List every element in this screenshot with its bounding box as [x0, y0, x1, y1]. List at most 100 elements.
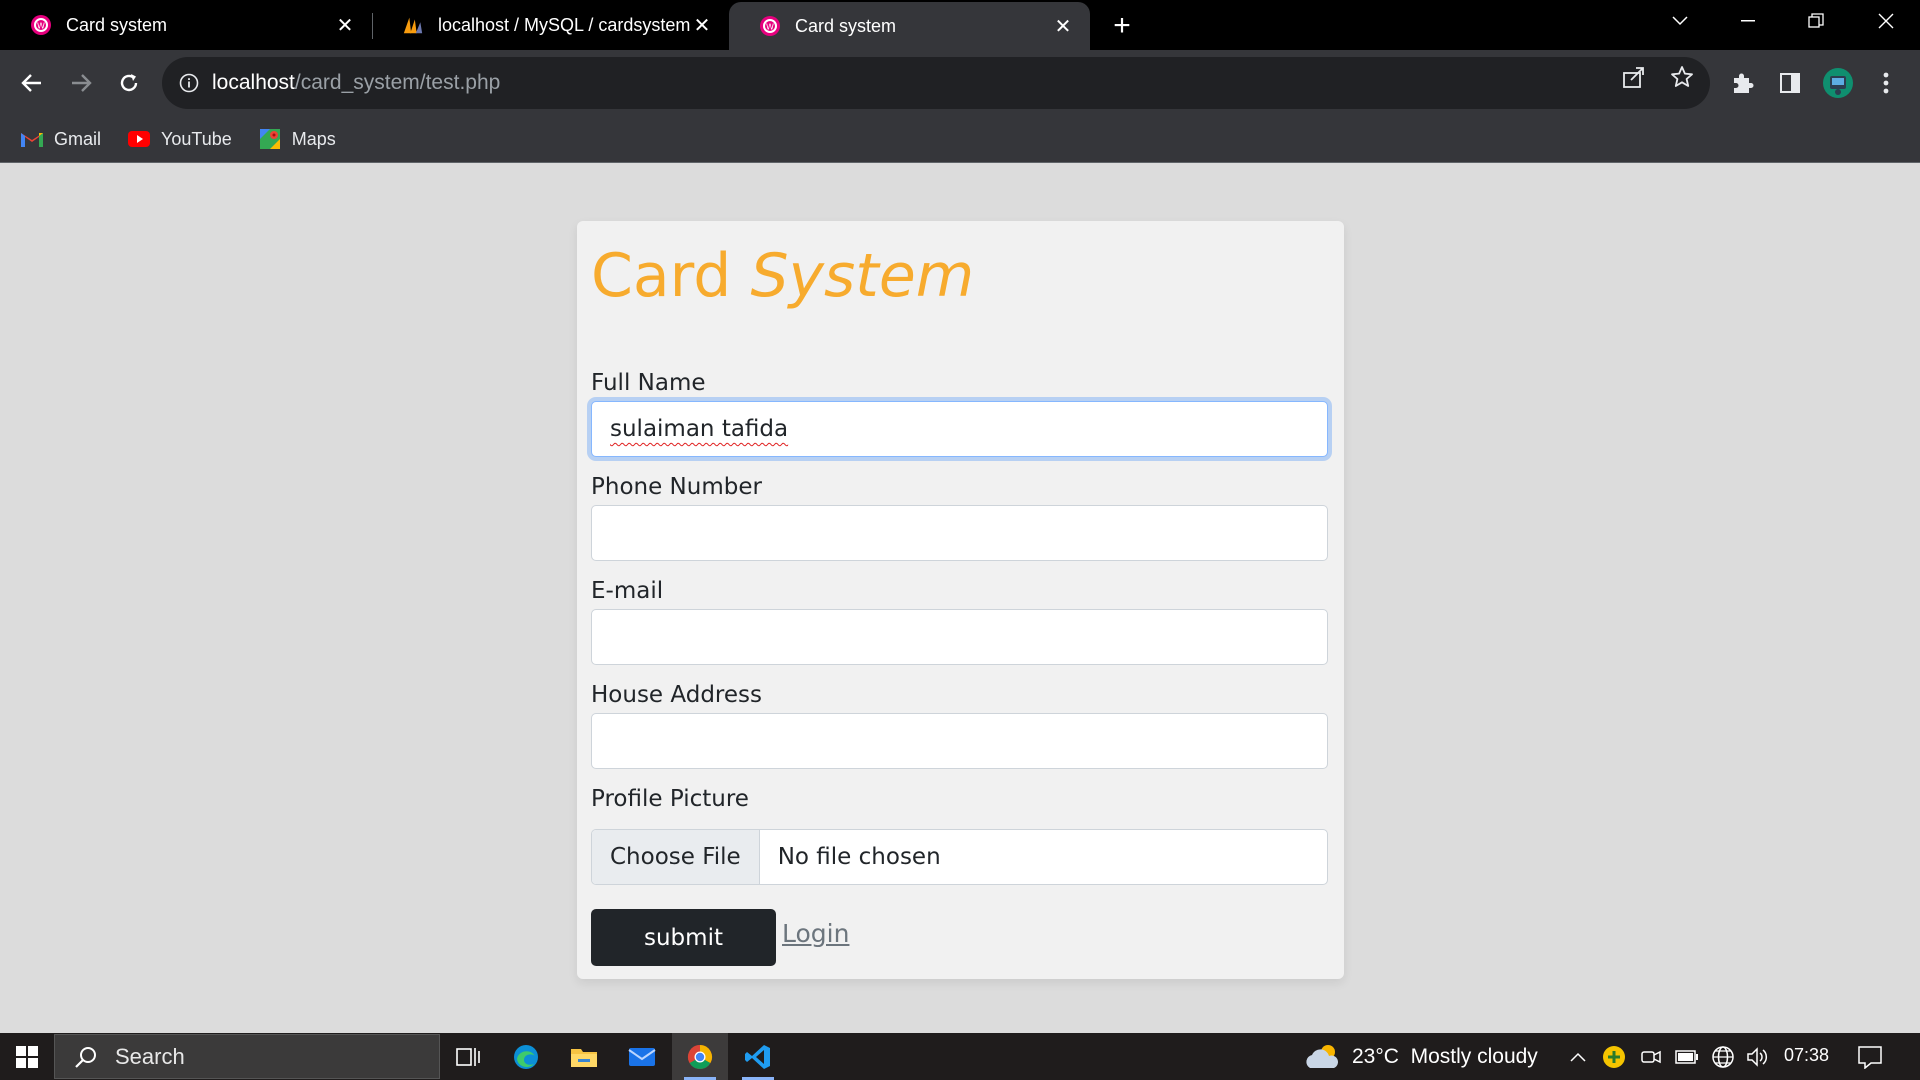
back-button[interactable] — [12, 63, 52, 103]
minimize-icon — [1741, 20, 1755, 22]
tab-card-system-active[interactable]: W Card system ✕ — [729, 2, 1090, 50]
weather-widget[interactable]: 23°C Mostly cloudy — [1304, 1033, 1538, 1080]
taskbar-file-explorer[interactable] — [556, 1033, 612, 1080]
address-bar[interactable]: localhost/card_system/test.php — [162, 57, 1710, 109]
wamp-icon: W — [30, 14, 52, 36]
full-name-value: sulaiman tafida — [610, 416, 789, 442]
brand-plain: Card — [591, 241, 732, 311]
browser-toolbar: localhost/card_system/test.php — [0, 50, 1920, 116]
vscode-icon — [745, 1044, 770, 1069]
bookmark-label: Gmail — [54, 128, 102, 149]
notification-icon — [1858, 1046, 1882, 1069]
bookmark-maps[interactable]: Maps — [258, 129, 336, 150]
show-hidden-icons-button[interactable] — [1564, 1043, 1592, 1071]
tab-phpmyadmin[interactable]: localhost / MySQL / cardsystem ✕ — [372, 0, 729, 50]
side-panel-icon — [1780, 73, 1800, 93]
house-address-label: House Address — [591, 682, 762, 708]
network-indicator[interactable] — [1709, 1043, 1737, 1071]
more-vertical-icon — [1883, 72, 1889, 94]
volume-button[interactable] — [1744, 1043, 1772, 1071]
taskbar-search-placeholder: Search — [115, 1043, 185, 1069]
reload-button[interactable] — [109, 63, 149, 103]
svg-text:W: W — [37, 22, 45, 31]
tab-title: localhost / MySQL / cardsystem — [438, 14, 691, 35]
profile-picture-input[interactable]: Choose File No file chosen — [591, 829, 1328, 885]
globe-icon — [1712, 1046, 1734, 1068]
taskbar-search-box[interactable]: Search — [54, 1034, 440, 1079]
registration-card: Card System Full Name sulaiman tafida Ph… — [577, 221, 1344, 979]
weather-temperature: 23°C — [1352, 1044, 1399, 1068]
mail-icon — [628, 1047, 656, 1066]
tab-card-system-1[interactable]: W Card system ✕ — [0, 0, 372, 50]
close-window-button[interactable] — [1856, 0, 1916, 42]
tab-search-button[interactable] — [1650, 0, 1710, 42]
back-arrow-icon — [21, 74, 41, 92]
start-button[interactable] — [0, 1033, 54, 1080]
tab-strip: W Card system ✕ localhost / MySQL / card… — [0, 0, 1920, 50]
taskbar-vscode[interactable] — [730, 1033, 786, 1080]
weather-description: Mostly cloudy — [1410, 1044, 1538, 1068]
tray-app-button[interactable] — [1600, 1043, 1628, 1071]
svg-text:W: W — [766, 23, 774, 32]
search-icon — [71, 1042, 101, 1072]
taskbar-mail[interactable] — [614, 1033, 670, 1080]
bookmarks-bar: Gmail YouTube Maps — [0, 116, 1920, 163]
share-icon — [1623, 67, 1644, 88]
task-view-button[interactable] — [440, 1033, 496, 1080]
close-icon[interactable]: ✕ — [334, 14, 356, 37]
profile-picture-label: Profile Picture — [591, 786, 749, 812]
brand-italic: System — [750, 241, 975, 311]
file-status: No file chosen — [777, 844, 941, 870]
video-camera-icon — [1641, 1050, 1661, 1064]
taskbar-clock[interactable]: 07:38 — [1784, 1045, 1829, 1066]
forward-button[interactable] — [61, 63, 101, 103]
tab-title: Card system — [795, 15, 897, 36]
tray-meet-button[interactable] — [1637, 1043, 1665, 1071]
side-panel-button[interactable] — [1774, 67, 1806, 99]
bookmark-star-button[interactable] — [1668, 63, 1696, 91]
maps-icon — [258, 129, 282, 149]
profile-button[interactable] — [1822, 67, 1854, 99]
phone-number-input[interactable] — [591, 505, 1328, 561]
chevron-down-icon — [1672, 16, 1688, 26]
extensions-button[interactable] — [1726, 67, 1758, 99]
cloudy-weather-icon — [1306, 1044, 1338, 1068]
phone-number-label: Phone Number — [591, 474, 762, 500]
windows-taskbar: Search 23°C Mostly cloudy 07:38 — [0, 1033, 1920, 1080]
close-icon[interactable]: ✕ — [691, 14, 713, 37]
battery-indicator[interactable] — [1673, 1043, 1701, 1071]
new-tab-button[interactable]: + — [1106, 9, 1138, 42]
submit-button[interactable]: submit — [591, 909, 776, 966]
taskbar-chrome[interactable] — [672, 1033, 728, 1080]
close-icon[interactable]: ✕ — [1052, 15, 1074, 38]
full-name-label: Full Name — [591, 370, 706, 396]
wamp-icon: W — [759, 15, 781, 37]
info-icon[interactable] — [176, 70, 202, 96]
forward-arrow-icon — [72, 74, 92, 92]
choose-file-button[interactable]: Choose File — [592, 830, 760, 884]
restore-icon — [1808, 13, 1824, 28]
phpmyadmin-icon — [402, 14, 424, 36]
minimize-button[interactable] — [1718, 0, 1778, 42]
star-icon — [1671, 66, 1693, 87]
chevron-up-icon — [1570, 1052, 1586, 1062]
login-link[interactable]: Login — [782, 919, 849, 948]
notifications-button[interactable] — [1856, 1043, 1884, 1071]
taskbar-edge[interactable] — [498, 1033, 554, 1080]
close-icon — [1878, 13, 1894, 29]
house-address-input[interactable] — [591, 713, 1328, 769]
email-input[interactable] — [591, 609, 1328, 665]
share-button[interactable] — [1620, 63, 1648, 91]
speaker-icon — [1747, 1047, 1768, 1067]
menu-button[interactable] — [1870, 67, 1902, 99]
restore-button[interactable] — [1786, 0, 1846, 42]
edge-icon — [514, 1044, 538, 1069]
folder-icon — [571, 1048, 597, 1067]
full-name-input[interactable]: sulaiman tafida — [591, 401, 1328, 457]
task-view-icon — [456, 1047, 480, 1066]
bookmark-youtube[interactable]: YouTube — [127, 129, 232, 150]
url-text: localhost/card_system/test.php — [212, 71, 500, 95]
email-label: E-mail — [591, 578, 664, 604]
bookmark-gmail[interactable]: Gmail — [20, 129, 101, 150]
reload-icon — [120, 74, 138, 92]
